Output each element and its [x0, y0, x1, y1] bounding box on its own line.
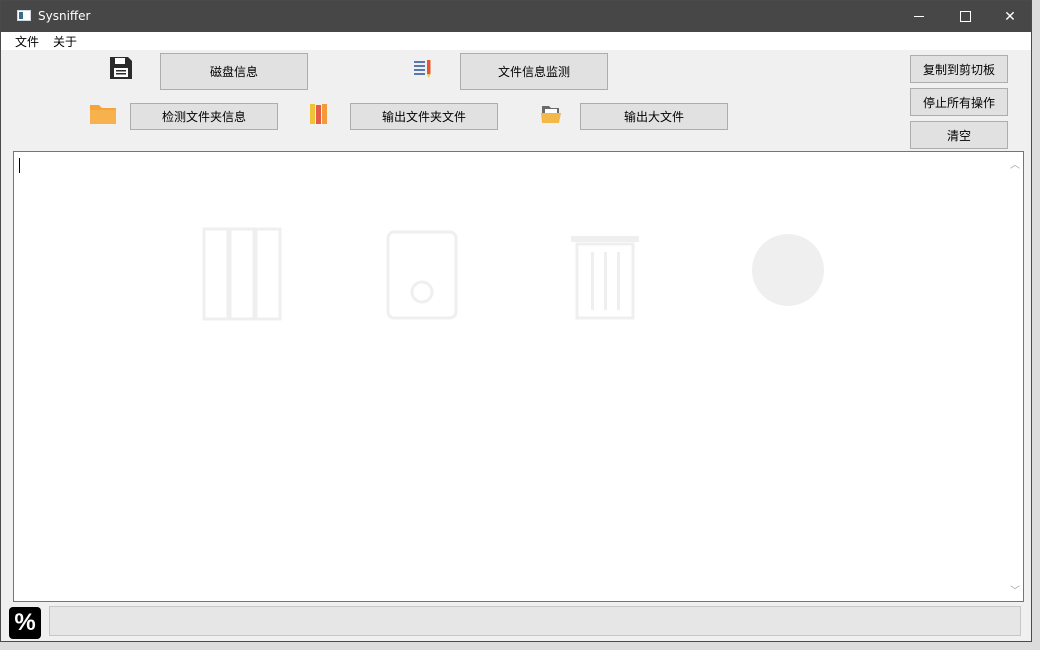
status-field — [49, 606, 1021, 636]
open-folder-icon — [541, 106, 561, 123]
maximize-button[interactable] — [942, 1, 988, 32]
export-large-files-button[interactable]: 输出大文件 — [580, 103, 728, 130]
document-watermark-icon — [386, 230, 458, 320]
disk-info-button[interactable]: 磁盘信息 — [160, 53, 308, 90]
menu-bar: 文件 关于 — [1, 32, 1031, 50]
document-pencil-icon — [414, 60, 431, 78]
text-caret — [19, 158, 20, 173]
minimize-icon — [914, 16, 924, 17]
minimize-button[interactable] — [896, 1, 942, 32]
stop-all-button[interactable]: 停止所有操作 — [910, 88, 1008, 116]
menu-about[interactable]: 关于 — [53, 33, 77, 50]
file-monitor-button[interactable]: 文件信息监测 — [460, 53, 608, 90]
clear-button[interactable]: 清空 — [910, 121, 1008, 149]
app-icon — [17, 10, 31, 21]
close-button[interactable]: ✕ — [987, 1, 1033, 32]
circle-watermark-icon — [752, 234, 824, 306]
trash-watermark-icon — [571, 236, 639, 320]
window-title: Sysniffer — [38, 9, 91, 23]
scroll-up-arrow[interactable]: ︿ — [1010, 156, 1020, 171]
app-window: Sysniffer ✕ 文件 关于 磁盘信息 文件信息监测 检测文件夹信息 输出… — [0, 0, 1032, 642]
percent-badge: % — [9, 607, 41, 639]
books-icon — [310, 104, 327, 124]
close-icon: ✕ — [1004, 8, 1016, 25]
menu-file[interactable]: 文件 — [15, 33, 39, 50]
floppy-disk-icon — [110, 57, 132, 79]
maximize-icon — [959, 11, 971, 22]
folder-icon — [90, 105, 116, 124]
title-bar: Sysniffer ✕ — [1, 1, 1031, 32]
binders-watermark-icon — [202, 227, 282, 321]
export-folder-files-button[interactable]: 输出文件夹文件 — [350, 103, 498, 130]
scroll-down-arrow[interactable]: ﹀ — [1010, 582, 1020, 597]
copy-to-clipboard-button[interactable]: 复制到剪切板 — [910, 55, 1008, 83]
output-textarea[interactable]: ︿ ﹀ — [13, 151, 1024, 602]
check-folder-button[interactable]: 检测文件夹信息 — [130, 103, 278, 130]
